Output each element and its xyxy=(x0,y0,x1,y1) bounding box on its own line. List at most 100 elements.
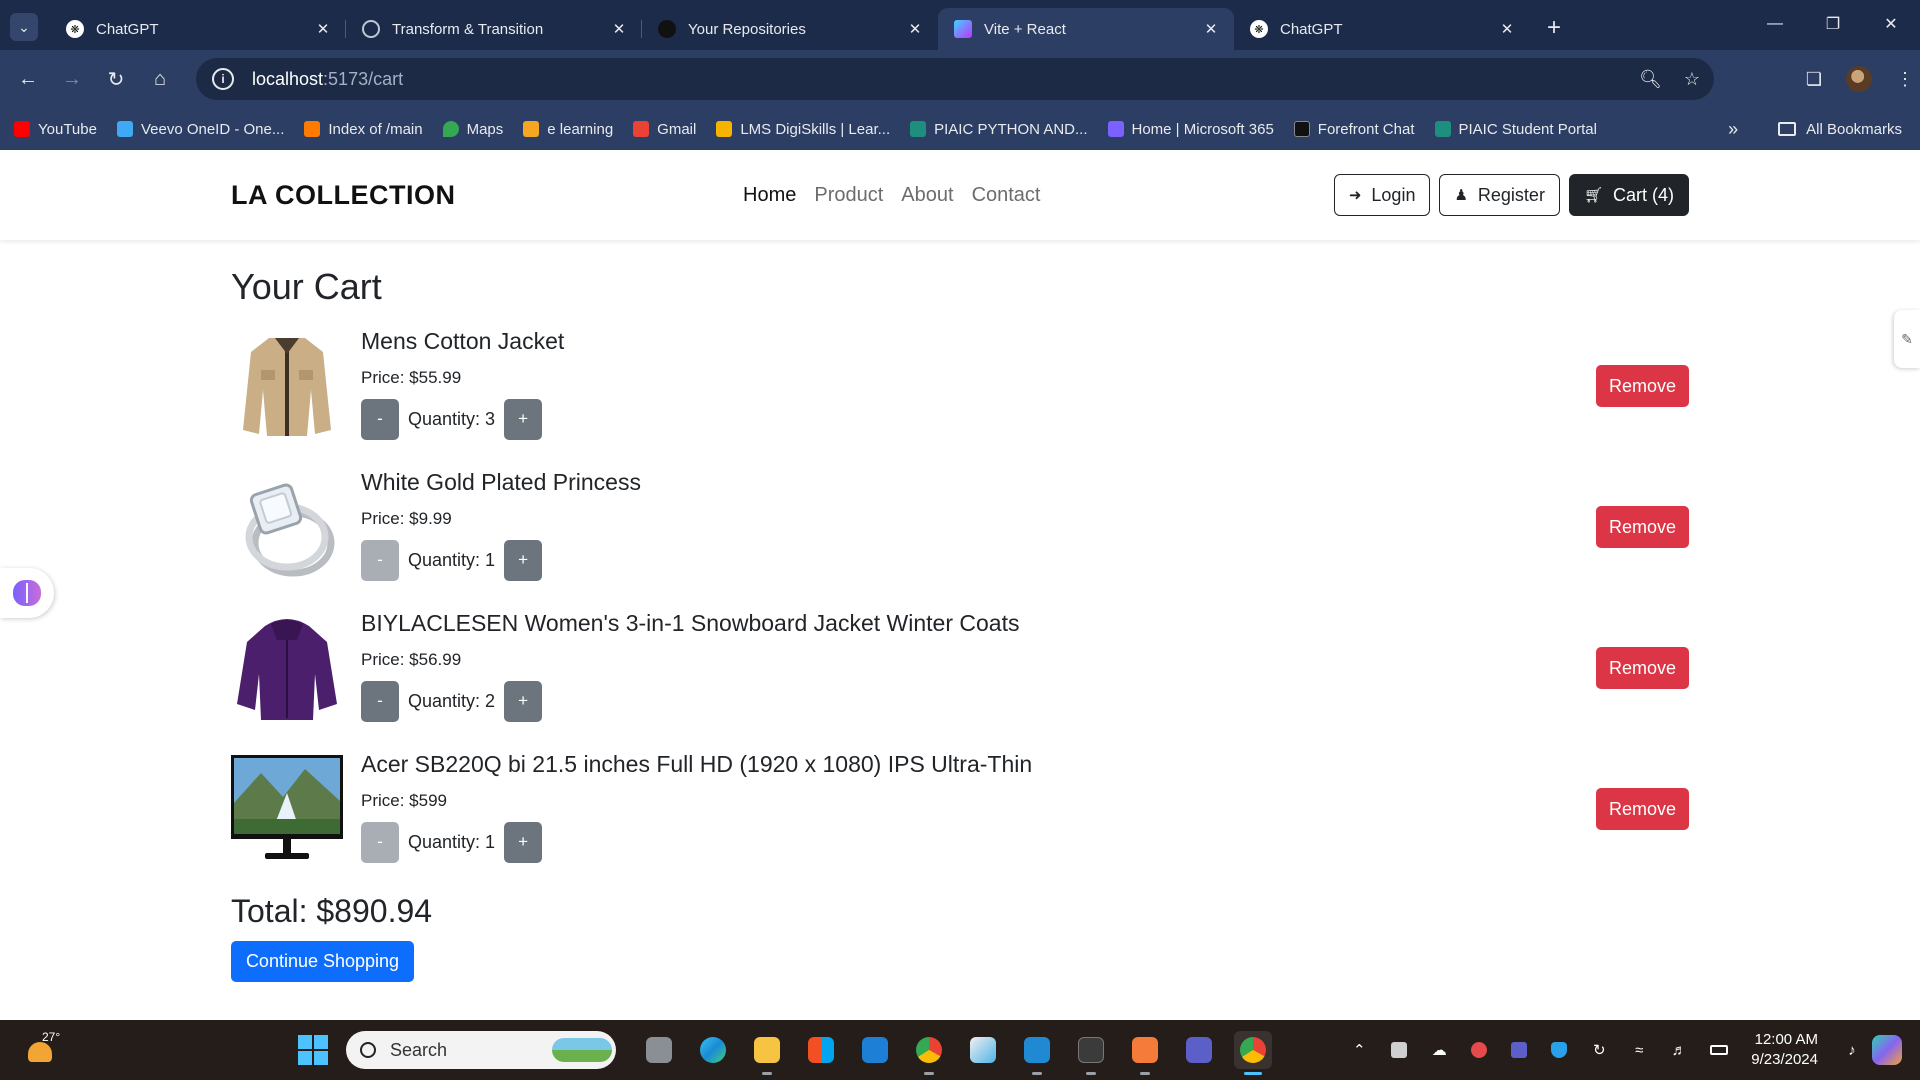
ai-assistant-tab[interactable] xyxy=(0,568,54,618)
windows-start-icon[interactable] xyxy=(298,1035,328,1065)
tab-your-repositories[interactable]: Your Repositories ✕ xyxy=(642,8,938,50)
wifi-icon[interactable]: ≈ xyxy=(1629,1040,1649,1060)
taskbar-search[interactable]: Search xyxy=(346,1031,616,1069)
close-tab-icon[interactable]: ✕ xyxy=(314,20,332,38)
orange-app-icon[interactable] xyxy=(1126,1031,1164,1075)
minimize-icon[interactable]: — xyxy=(1746,0,1804,48)
mail-icon[interactable] xyxy=(856,1031,894,1069)
notification-bell-icon[interactable]: ♪ xyxy=(1842,1040,1862,1060)
bookmark-index-main[interactable]: Index of /main xyxy=(304,121,423,138)
continue-shopping-button[interactable]: Continue Shopping xyxy=(231,941,414,982)
increase-quantity-button[interactable]: + xyxy=(504,539,543,581)
omnibox-actions: 🔍︎ ☆ xyxy=(1639,58,1700,100)
all-bookmarks-link[interactable]: All Bookmarks xyxy=(1806,121,1902,138)
forward-arrow-icon[interactable]: → xyxy=(50,57,94,101)
home-icon[interactable]: ⌂ xyxy=(138,57,182,101)
bookmark-piaic-python[interactable]: PIAIC PYTHON AND... xyxy=(910,121,1088,138)
increase-quantity-button[interactable]: + xyxy=(504,398,543,440)
profile-avatar[interactable] xyxy=(1846,66,1872,92)
tab-chatgpt-1[interactable]: ❋ ChatGPT ✕ xyxy=(50,8,346,50)
register-button[interactable]: ♟ Register xyxy=(1439,174,1560,216)
bookmark-e-learning[interactable]: e learning xyxy=(523,121,613,138)
clock[interactable]: 12:00 AM 9/23/2024 xyxy=(1751,1030,1818,1070)
close-tab-icon[interactable]: ✕ xyxy=(1498,20,1516,38)
teams-icon[interactable] xyxy=(1180,1031,1218,1069)
nav-product-link[interactable]: Product xyxy=(814,184,883,207)
decrease-quantity-button[interactable]: - xyxy=(361,398,399,440)
chrome-icon[interactable] xyxy=(910,1031,948,1075)
remove-button[interactable]: Remove xyxy=(1596,365,1689,407)
restore-icon[interactable]: ❐ xyxy=(1804,0,1862,48)
remove-button[interactable]: Remove xyxy=(1596,647,1689,689)
site-navbar: LA COLLECTION Home Product About Contact… xyxy=(0,150,1920,240)
bookmark-forefront-chat[interactable]: Forefront Chat xyxy=(1293,121,1415,138)
more-bookmarks-chevron-icon[interactable]: » xyxy=(1728,119,1738,140)
security-shield-icon[interactable] xyxy=(964,1031,1002,1069)
bookmark-youtube[interactable]: YouTube xyxy=(14,121,97,138)
address-bar[interactable]: i localhost:5173/cart 🔍︎ ☆ xyxy=(196,58,1714,100)
tab-title: ChatGPT xyxy=(96,20,159,38)
login-button[interactable]: ➜ Login xyxy=(1333,174,1431,216)
edge-icon[interactable] xyxy=(694,1031,732,1069)
site-info-icon[interactable]: i xyxy=(212,68,234,90)
bookmark-gmail[interactable]: Gmail xyxy=(633,121,696,138)
close-window-icon[interactable]: ✕ xyxy=(1862,0,1920,48)
tab-vite-react[interactable]: Vite + React ✕ xyxy=(938,8,1234,50)
close-tab-icon[interactable]: ✕ xyxy=(610,20,628,38)
remove-button[interactable]: Remove xyxy=(1596,506,1689,548)
weather-widget[interactable]: 27° xyxy=(22,1030,60,1068)
file-explorer-icon[interactable] xyxy=(748,1031,786,1075)
sidebar-extension-tab[interactable]: ✎ xyxy=(1894,310,1920,368)
close-tab-icon[interactable]: ✕ xyxy=(906,20,924,38)
url-text[interactable]: localhost:5173/cart xyxy=(252,69,403,90)
item-price: Price: $599 xyxy=(361,791,447,810)
extensions-puzzle-icon[interactable]: ❏ xyxy=(1806,69,1822,90)
new-tab-plus-icon[interactable]: + xyxy=(1536,10,1572,46)
nav-about-link[interactable]: About xyxy=(901,184,953,207)
digiskills-icon xyxy=(716,121,733,137)
bookmark-star-icon[interactable]: ☆ xyxy=(1684,69,1700,90)
tray-color-icon[interactable] xyxy=(1469,1040,1489,1060)
vscode-icon[interactable] xyxy=(1018,1031,1056,1075)
decrease-quantity-button[interactable]: - xyxy=(361,680,399,722)
brand-logo[interactable]: LA COLLECTION xyxy=(231,180,455,211)
tab-transform-transition[interactable]: Transform & Transition ✕ xyxy=(346,8,642,50)
nav-home-link[interactable]: Home xyxy=(743,184,796,207)
quantity-control: - Quantity: 3 + xyxy=(361,398,543,440)
increase-quantity-button[interactable]: + xyxy=(504,821,543,863)
decrease-quantity-button[interactable]: - xyxy=(361,821,399,863)
bookmark-veevo[interactable]: Veevo OneID - One... xyxy=(116,121,284,138)
sync-icon[interactable]: ↻ xyxy=(1589,1040,1609,1060)
microsoft-store-icon[interactable] xyxy=(802,1031,840,1069)
remove-button[interactable]: Remove xyxy=(1596,788,1689,830)
decrease-quantity-button[interactable]: - xyxy=(361,539,399,581)
tab-search-chevron-icon[interactable]: ⌄ xyxy=(10,13,38,41)
back-arrow-icon[interactable]: ← xyxy=(6,57,50,101)
volume-icon[interactable]: ♬ xyxy=(1669,1040,1689,1060)
bookmark-piaic-portal[interactable]: PIAIC Student Portal xyxy=(1434,121,1597,138)
show-hidden-icons-chevron-icon[interactable]: ⌃ xyxy=(1349,1040,1369,1060)
terminal-icon[interactable] xyxy=(1072,1031,1110,1075)
quantity-control: - Quantity: 1 + xyxy=(361,539,543,581)
index-icon xyxy=(304,121,321,137)
nav-contact-link[interactable]: Contact xyxy=(972,184,1041,207)
increase-quantity-button[interactable]: + xyxy=(504,680,543,722)
bookmark-lms-digiskills[interactable]: LMS DigiSkills | Lear... xyxy=(716,121,890,138)
bookmark-microsoft-365[interactable]: Home | Microsoft 365 xyxy=(1107,121,1274,138)
more-menu-icon[interactable]: ⋮ xyxy=(1896,69,1914,90)
task-view-icon[interactable] xyxy=(640,1031,678,1069)
copilot-icon[interactable] xyxy=(1872,1035,1902,1065)
close-tab-icon[interactable]: ✕ xyxy=(1202,20,1220,38)
cart-button[interactable]: 🛒︎ Cart (4) xyxy=(1568,174,1689,216)
teams-tray-icon[interactable] xyxy=(1509,1040,1529,1060)
reload-icon[interactable]: ↻ xyxy=(94,57,138,101)
zoom-icon[interactable]: 🔍︎ xyxy=(1639,69,1662,90)
battery-icon[interactable] xyxy=(1709,1040,1729,1060)
onedrive-cloud-icon[interactable]: ☁ xyxy=(1429,1040,1449,1060)
defender-shield-icon[interactable] xyxy=(1549,1040,1569,1060)
chrome-profile-icon[interactable] xyxy=(1234,1031,1272,1075)
tray-app-icon[interactable] xyxy=(1389,1040,1409,1060)
tab-chatgpt-2[interactable]: ❋ ChatGPT ✕ xyxy=(1234,8,1530,50)
maps-pin-icon xyxy=(442,121,459,137)
bookmark-maps[interactable]: Maps xyxy=(442,121,503,138)
